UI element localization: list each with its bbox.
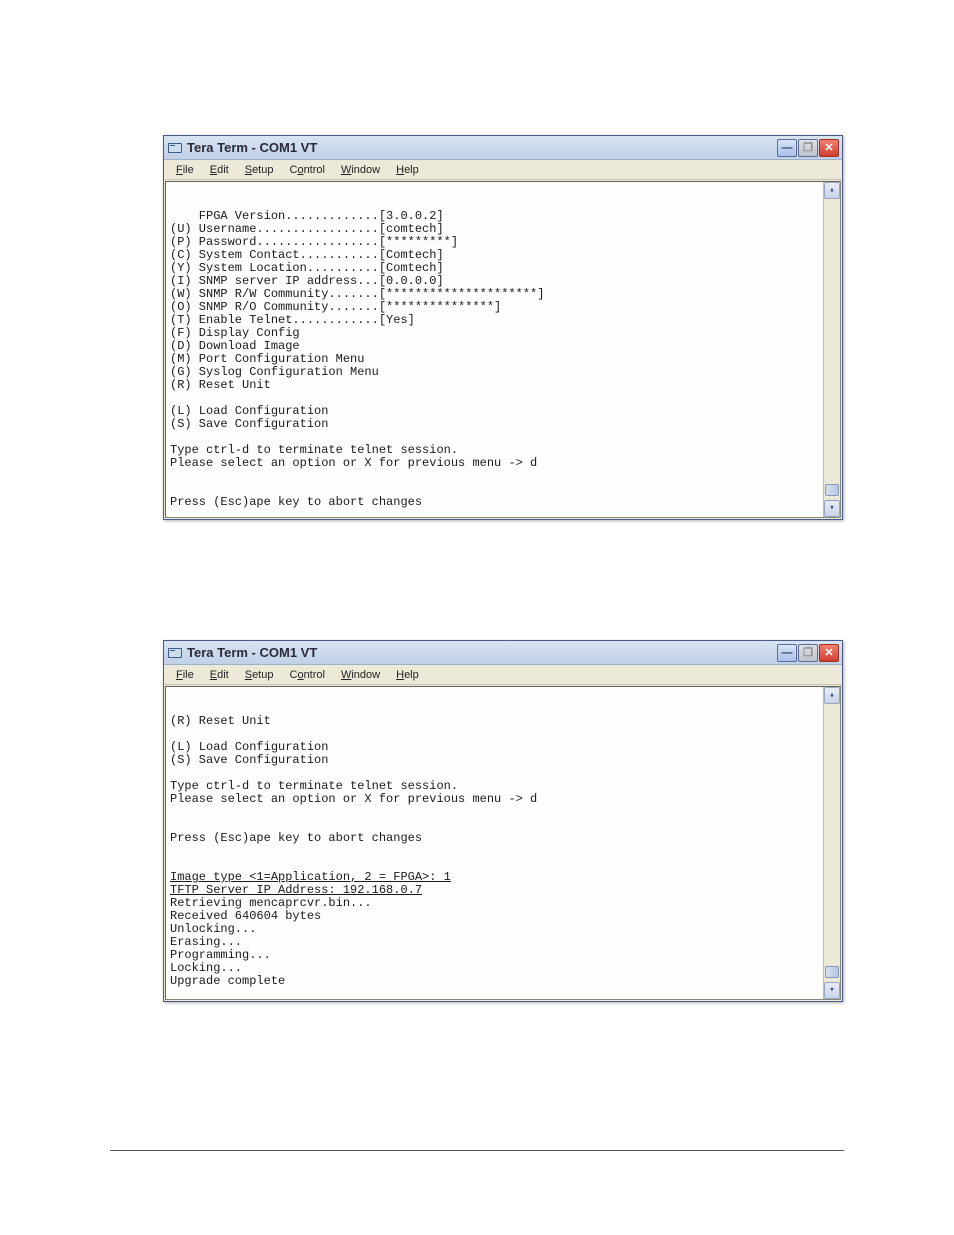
terminal-line: Please select an option or X for previou…: [170, 792, 537, 806]
menu-help-label: elp: [404, 164, 419, 176]
terminal-line: (L) Load Configuration: [170, 404, 328, 418]
scroll-thumb[interactable]: [825, 484, 839, 496]
scroll-track[interactable]: [824, 199, 840, 500]
menu-help-label: elp: [404, 669, 419, 681]
terminal-line: (G) Syslog Configuration Menu: [170, 365, 379, 379]
terminal-line: (S) Save Configuration: [170, 753, 328, 767]
menu-window-label: indow: [351, 164, 380, 176]
terminal-line: Retrieving mencaprcvr.bin...: [170, 896, 372, 910]
vertical-scrollbar[interactable]: ▴ ▾: [823, 687, 840, 999]
terminal-area[interactable]: (R) Reset Unit (L) Load Configuration (S…: [165, 686, 841, 1000]
terminal-line: (I) SNMP server IP address...[0.0.0.0]: [170, 274, 444, 288]
terminal-line: (S) Save Configuration: [170, 417, 328, 431]
menu-edit-label: dit: [217, 164, 229, 176]
menu-window-label: indow: [351, 669, 380, 681]
terminal-line: (W) SNMP R/W Community.......[**********…: [170, 287, 544, 301]
menu-control-label: ntrol: [304, 164, 325, 176]
terminal-line: (L) Load Configuration: [170, 740, 328, 754]
menu-control-label: ntrol: [304, 669, 325, 681]
terminal-line: (M) Port Configuration Menu: [170, 352, 364, 366]
teraterm-window-2: Tera Term - COM1 VT — ❐ ✕ File Edit Setu…: [163, 640, 843, 1002]
minimize-button[interactable]: —: [777, 644, 797, 662]
terminal-line: (D) Download Image: [170, 339, 300, 353]
terminal-area[interactable]: FPGA Version.............[3.0.0.2] (U) U…: [165, 181, 841, 518]
menu-edit-label: dit: [217, 669, 229, 681]
footer-divider: [110, 1150, 844, 1151]
app-icon: [167, 645, 183, 661]
menu-window[interactable]: Window: [333, 667, 388, 683]
titlebar-buttons: — ❐ ✕: [777, 139, 839, 157]
menu-setup-label: etup: [252, 164, 273, 176]
scroll-track[interactable]: [824, 704, 840, 982]
scroll-up-button[interactable]: ▴: [824, 182, 840, 199]
window-title: Tera Term - COM1 VT: [187, 140, 777, 155]
terminal-line: (Y) System Location..........[Comtech]: [170, 261, 444, 275]
restore-button[interactable]: ❐: [798, 139, 818, 157]
terminal-line: FPGA Version.............[3.0.0.2]: [170, 209, 444, 223]
app-icon: [167, 140, 183, 156]
menubar: File Edit Setup Control Window Help: [164, 160, 842, 180]
terminal-line: Type ctrl-d to terminate telnet session.: [170, 443, 458, 457]
terminal-text: FPGA Version.............[3.0.0.2] (U) U…: [170, 210, 836, 518]
terminal-line: Programming...: [170, 948, 271, 962]
menu-setup[interactable]: Setup: [237, 667, 282, 683]
teraterm-window-1: Tera Term - COM1 VT — ❐ ✕ File Edit Setu…: [163, 135, 843, 520]
terminal-line: (C) System Contact...........[Comtech]: [170, 248, 444, 262]
scroll-thumb[interactable]: [825, 966, 839, 978]
menu-help[interactable]: Help: [388, 667, 427, 683]
scroll-down-button[interactable]: ▾: [824, 500, 840, 517]
window-title: Tera Term - COM1 VT: [187, 645, 777, 660]
terminal-line: Locking...: [170, 961, 242, 975]
menu-file[interactable]: File: [168, 667, 202, 683]
terminal-line: (O) SNMP R/O Community.......[**********…: [170, 300, 501, 314]
menu-edit[interactable]: Edit: [202, 162, 237, 178]
terminal-line: (R) Reset Unit: [170, 714, 271, 728]
close-button[interactable]: ✕: [819, 644, 839, 662]
terminal-line: Upgrade complete: [170, 974, 285, 988]
menu-help[interactable]: Help: [388, 162, 427, 178]
menu-window[interactable]: Window: [333, 162, 388, 178]
terminal-line: Press (Esc)ape key to abort changes: [170, 495, 422, 509]
menu-file-label: ile: [183, 164, 194, 176]
terminal-line: Type ctrl-d to terminate telnet session.: [170, 779, 458, 793]
terminal-line: Erasing...: [170, 935, 242, 949]
terminal-line: (U) Username.................[comtech]: [170, 222, 444, 236]
vertical-scrollbar[interactable]: ▴ ▾: [823, 182, 840, 517]
scroll-up-button[interactable]: ▴: [824, 687, 840, 704]
close-button[interactable]: ✕: [819, 139, 839, 157]
terminal-line: TFTP Server IP Address: 192.168.0.7: [170, 883, 422, 897]
menu-control[interactable]: Control: [281, 162, 332, 178]
terminal-text: (R) Reset Unit (L) Load Configuration (S…: [170, 715, 836, 1000]
titlebar[interactable]: Tera Term - COM1 VT — ❐ ✕: [164, 136, 842, 160]
terminal-line: (R) Reset Unit: [170, 378, 271, 392]
menu-setup-label: etup: [252, 669, 273, 681]
menubar: File Edit Setup Control Window Help: [164, 665, 842, 685]
restore-button[interactable]: ❐: [798, 644, 818, 662]
titlebar[interactable]: Tera Term - COM1 VT — ❐ ✕: [164, 641, 842, 665]
terminal-line: (F) Display Config: [170, 326, 300, 340]
terminal-line: Received 640604 bytes: [170, 909, 321, 923]
menu-edit[interactable]: Edit: [202, 667, 237, 683]
titlebar-buttons: — ❐ ✕: [777, 644, 839, 662]
terminal-line: (T) Enable Telnet............[Yes]: [170, 313, 415, 327]
menu-setup[interactable]: Setup: [237, 162, 282, 178]
menu-file[interactable]: File: [168, 162, 202, 178]
minimize-button[interactable]: —: [777, 139, 797, 157]
scroll-down-button[interactable]: ▾: [824, 982, 840, 999]
menu-control[interactable]: Control: [281, 667, 332, 683]
terminal-line: Unlocking...: [170, 922, 256, 936]
menu-file-label: ile: [183, 669, 194, 681]
terminal-line: Please select an option or X for previou…: [170, 456, 537, 470]
terminal-line: Press (Esc)ape key to abort changes: [170, 831, 422, 845]
terminal-line: (P) Password.................[*********]: [170, 235, 458, 249]
terminal-line: Image type <1=Application, 2 = FPGA>: 1: [170, 870, 451, 884]
